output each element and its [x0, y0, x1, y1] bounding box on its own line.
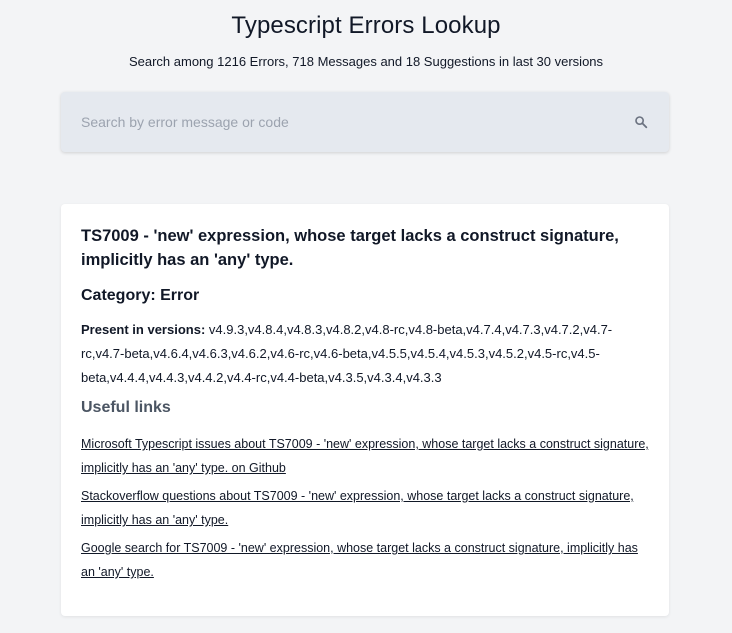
github-issues-link[interactable]: Microsoft Typescript issues about TS7009…: [81, 432, 649, 480]
result-card: TS7009 - 'new' expression, whose target …: [61, 204, 669, 616]
versions-label: Present in versions:: [81, 322, 206, 337]
useful-links-heading: Useful links: [81, 399, 171, 416]
useful-links-list: Microsoft Typescript issues about TS7009…: [81, 432, 649, 584]
page-subtitle: Search among 1216 Errors, 718 Messages a…: [128, 54, 604, 69]
stackoverflow-link[interactable]: Stackoverflow questions about TS7009 - '…: [81, 484, 649, 532]
google-search-link[interactable]: Google search for TS7009 - 'new' express…: [81, 536, 649, 584]
versions-text: Present in versions: v4.9.3,v4.8.4,v4.8.…: [81, 318, 649, 390]
error-category: Category: Error: [81, 287, 200, 304]
error-heading: TS7009 - 'new' expression, whose target …: [81, 227, 619, 269]
search-icon[interactable]: [634, 115, 648, 129]
search-box[interactable]: [61, 92, 669, 152]
search-input[interactable]: [61, 92, 621, 152]
page-title: Typescript Errors Lookup: [231, 12, 501, 39]
